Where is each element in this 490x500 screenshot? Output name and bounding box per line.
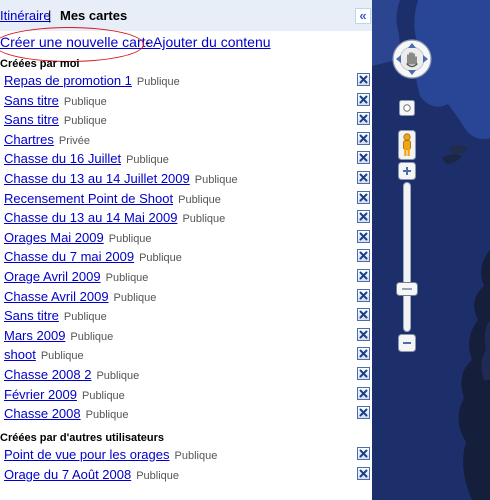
delete-x-icon[interactable] — [357, 249, 370, 263]
delete-x-icon[interactable] — [357, 347, 370, 361]
map-list-item: Chasse 2008 2 Publique — [4, 366, 139, 382]
map-visibility-status: Publique — [136, 76, 180, 88]
map-visibility-status: Publique — [108, 232, 152, 245]
delete-x-icon[interactable] — [357, 229, 370, 243]
map-visibility-status: Publique — [40, 350, 84, 363]
delete-x-icon[interactable] — [357, 386, 370, 400]
delete-x-icon[interactable] — [357, 112, 370, 126]
collapse-panel-button[interactable]: « — [355, 8, 371, 24]
sidebar-panel: Itinéraire | Mes cartes « Créer une nouv… — [0, 0, 372, 500]
zoom-in-button[interactable] — [398, 162, 416, 180]
section-title-mine: Créées par moi — [0, 58, 80, 70]
delete-x-icon[interactable] — [357, 190, 370, 204]
map-title-link[interactable]: Chasse du 13 au 14 Mai 2009 — [4, 210, 177, 225]
map-visibility-status: Privée — [58, 134, 91, 147]
map-title-link[interactable]: Sans titre — [4, 112, 59, 127]
map-list-item: Chartres Privée — [4, 131, 90, 147]
map-title-link[interactable]: Chasse Avril 2009 — [4, 289, 109, 304]
map-visibility-status: Publique — [63, 95, 107, 108]
map-visibility-status: Publique — [126, 154, 169, 167]
map-title-link[interactable]: Orage Avril 2009 — [4, 269, 101, 284]
map-visibility-status: Publique — [70, 330, 114, 343]
delete-x-icon[interactable] — [357, 367, 370, 380]
tab-itineraire[interactable]: Itinéraire — [0, 8, 51, 23]
map-list-item: Recensement Point de Shoot Publique — [4, 190, 221, 206]
map-title-link[interactable]: Chasse du 7 mai 2009 — [4, 249, 134, 264]
add-content-link[interactable]: Ajouter du contenu — [153, 34, 271, 50]
tab-mes-cartes[interactable]: Mes cartes — [60, 8, 127, 23]
map-title-link[interactable]: Chasse 2008 — [4, 406, 81, 421]
map-list-item: Sans titre Publique — [4, 92, 107, 108]
sidebar-header: Itinéraire | Mes cartes « — [0, 0, 372, 31]
map-visibility-status: Publique — [85, 409, 129, 422]
map-visibility-status: Publique — [174, 450, 218, 462]
map-list-item: Février 2009 Publique — [4, 386, 125, 402]
map-list-item: Orages Mai 2009 Publique — [4, 229, 152, 245]
map-title-link[interactable]: Mars 2009 — [4, 328, 65, 343]
map-title-link[interactable]: Repas de promotion 1 — [4, 73, 132, 88]
map-list-item: Repas de promotion 1 Publique — [4, 72, 180, 88]
delete-x-icon[interactable] — [357, 467, 370, 480]
map-list-item: Chasse du 13 au 14 Mai 2009 Publique — [4, 209, 225, 225]
map-visibility-status: Publique — [81, 389, 125, 402]
pan-control[interactable] — [391, 38, 433, 80]
map-visibility-status: Publique — [63, 115, 107, 128]
map-visibility-status: Publique — [139, 252, 182, 265]
map-list-item: Chasse du 13 au 14 Juillet 2009 Publique — [4, 170, 238, 186]
section-title-others: Créées par d'autres utilisateurs — [0, 432, 165, 444]
map-title-link[interactable]: Recensement Point de Shoot — [4, 191, 173, 206]
map-title-link[interactable]: Février 2009 — [4, 387, 77, 402]
map-visibility-status: Publique — [182, 213, 226, 226]
map-list-item: Chasse du 7 mai 2009 Publique — [4, 248, 182, 264]
delete-x-icon[interactable] — [357, 171, 370, 184]
map-list-item: Sans titre Publique — [4, 307, 107, 323]
map-title-link[interactable]: Point de vue pour les orages — [4, 447, 170, 462]
tab-separator: | — [48, 8, 52, 23]
map-visibility-status: Publique — [113, 291, 157, 304]
delete-x-icon[interactable] — [357, 151, 370, 165]
delete-x-icon[interactable] — [357, 210, 370, 224]
delete-x-icon[interactable] — [357, 447, 370, 460]
map-list-item: Chasse 2008 Publique — [4, 405, 128, 421]
delete-x-icon[interactable] — [357, 73, 370, 86]
zoom-slider-thumb[interactable] — [396, 282, 418, 296]
map-list-item: Point de vue pour les orages Publique — [4, 446, 217, 462]
map-visibility-status: Publique — [136, 470, 180, 482]
map-title-link[interactable]: Sans titre — [4, 308, 59, 323]
map-list-item: Chasse du 16 Juillet Publique — [4, 150, 169, 166]
action-separator: - — [145, 34, 150, 50]
map-visibility-status: Publique — [194, 174, 238, 186]
zoom-out-button[interactable] — [398, 334, 416, 352]
map-visibility-status: Publique — [178, 193, 221, 206]
map-visibility-status: Publique — [63, 311, 107, 324]
delete-x-icon[interactable] — [357, 288, 370, 302]
map-view[interactable] — [372, 0, 490, 500]
map-title-link[interactable]: Orages Mai 2009 — [4, 230, 104, 245]
map-title-link[interactable]: Chasse 2008 2 — [4, 367, 91, 382]
map-list-item: shoot Publique — [4, 346, 84, 362]
map-title-link[interactable]: Chasse du 16 Juillet — [4, 151, 121, 166]
delete-x-icon[interactable] — [357, 131, 370, 145]
zoom-box-button[interactable] — [399, 100, 415, 116]
map-list-item: Orage Avril 2009 Publique — [4, 268, 148, 284]
map-title-link[interactable]: Orage du 7 Août 2008 — [4, 467, 131, 482]
map-visibility-status: Publique — [105, 272, 149, 284]
map-title-link[interactable]: Sans titre — [4, 93, 59, 108]
zoom-slider-track[interactable] — [403, 182, 411, 332]
map-title-link[interactable]: shoot — [4, 347, 36, 362]
delete-x-icon[interactable] — [357, 406, 370, 420]
delete-x-icon[interactable] — [357, 269, 370, 282]
map-title-link[interactable]: Chasse du 13 au 14 Juillet 2009 — [4, 171, 190, 186]
map-visibility-status: Publique — [96, 370, 140, 382]
map-list-item: Orage du 7 Août 2008 Publique — [4, 466, 179, 482]
delete-x-icon[interactable] — [357, 92, 370, 106]
map-list-item: Chasse Avril 2009 Publique — [4, 288, 156, 304]
map-list-item: Sans titre Publique — [4, 111, 107, 127]
create-map-link[interactable]: Créer une nouvelle carte — [0, 34, 153, 50]
map-list-item: Mars 2009 Publique — [4, 327, 113, 343]
pegman-icon[interactable] — [398, 130, 416, 160]
delete-x-icon[interactable] — [357, 308, 370, 322]
delete-x-icon[interactable] — [357, 327, 370, 341]
map-title-link[interactable]: Chartres — [4, 132, 54, 147]
